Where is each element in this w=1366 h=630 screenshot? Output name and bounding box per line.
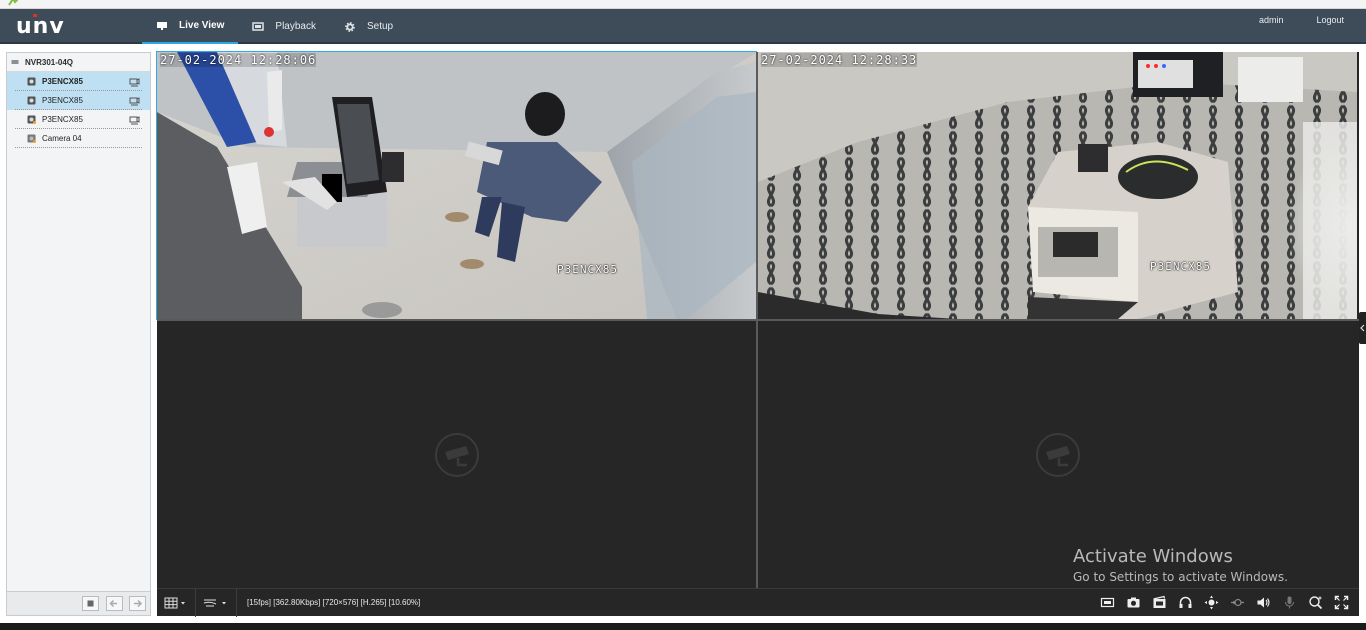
video-grid: 27-02-2024 12:28:06 P3ENCX85 27-02-2024 …	[156, 51, 1359, 588]
username-link[interactable]: admin	[1259, 15, 1284, 25]
extension-icon	[8, 0, 19, 6]
zoom-search-icon[interactable]	[1308, 595, 1323, 610]
stream-info: [15fps] [362.80Kbps] [720×576] [H.265] […	[247, 598, 421, 607]
device-tree-root[interactable]: NVR301-04Q	[7, 53, 150, 72]
fullscreen-icon[interactable]	[1334, 595, 1349, 610]
arrow-left-icon	[109, 599, 117, 608]
live-video-feed-2	[758, 52, 1357, 319]
camera-label: P3ENCX85	[42, 115, 83, 124]
browser-top-strip	[0, 0, 1366, 9]
unv-logo: unv	[16, 14, 65, 39]
grid-layout-icon	[164, 597, 185, 609]
camera-label: P3ENCX85	[42, 96, 83, 105]
record-status-icon[interactable]	[129, 114, 140, 125]
playback-icon	[252, 21, 265, 31]
arrow-right-icon	[134, 599, 143, 608]
prev-page-button[interactable]	[106, 596, 123, 611]
chevron-left-icon	[1360, 324, 1365, 332]
collapse-panel-handle[interactable]	[1359, 312, 1366, 344]
live-video-feed-1	[157, 52, 756, 319]
tab-setup[interactable]: Setup	[330, 9, 407, 44]
top-header: unv Live View Playback Setup admin Logou…	[0, 9, 1366, 44]
camera-label: Camera 04	[42, 134, 82, 143]
record-status-icon[interactable]	[129, 76, 140, 87]
pane-timestamp: 27-02-2024 12:28:33	[761, 53, 918, 67]
pane-timestamp: 27-02-2024 12:28:06	[160, 53, 317, 67]
digital-zoom-icon[interactable]	[1230, 595, 1245, 610]
tab-playback-label: Playback	[275, 21, 316, 32]
video-pane-1[interactable]: 27-02-2024 12:28:06 P3ENCX85	[156, 51, 757, 320]
camera-online-icon	[27, 115, 36, 124]
camera-item[interactable]: P3ENCX85	[7, 91, 150, 110]
video-pane-3[interactable]	[157, 321, 756, 588]
watermark-title: Activate Windows	[1073, 546, 1233, 567]
layout-select-button[interactable]	[157, 589, 196, 617]
camera-online-icon	[27, 77, 36, 86]
taskbar-edge	[0, 623, 1366, 630]
no-video-camera-icon	[434, 432, 479, 477]
stop-all-button[interactable]	[82, 596, 99, 611]
camera-item[interactable]: P3ENCX85	[7, 72, 150, 91]
camera-icon[interactable]	[1126, 595, 1141, 610]
video-pane-2[interactable]: 27-02-2024 12:28:33 P3ENCX85	[758, 52, 1357, 319]
camera-item[interactable]: Camera 04	[7, 129, 150, 148]
no-video-camera-icon	[1035, 432, 1080, 477]
camera-offline-icon	[27, 134, 36, 143]
nvr-device-icon	[11, 60, 19, 64]
camera-online-icon	[27, 96, 36, 105]
record-status-icon[interactable]	[129, 95, 140, 106]
toolbar-actions	[1100, 595, 1349, 610]
watermark-subtitle: Go to Settings to activate Windows.	[1073, 570, 1288, 584]
live-view-toolbar: [15fps] [362.80Kbps] [720×576] [H.265] […	[157, 588, 1359, 617]
stream-icon	[203, 599, 226, 607]
logout-link[interactable]: Logout	[1316, 15, 1344, 25]
device-sidebar: NVR301-04Q P3ENCX85 P3ENCX85 P3ENCX85 Ca…	[6, 52, 151, 616]
volume-icon[interactable]	[1256, 595, 1271, 610]
snapshot-frame-icon[interactable]	[1100, 595, 1115, 610]
stop-icon	[87, 600, 94, 607]
camera-label: P3ENCX85	[42, 77, 83, 86]
activate-windows-watermark: Activate Windows Go to Settings to activ…	[1073, 546, 1288, 584]
stream-select-button[interactable]	[196, 589, 237, 617]
pane-camera-label: P3ENCX85	[557, 263, 618, 276]
clip-icon[interactable]	[1152, 595, 1167, 610]
tab-playback[interactable]: Playback	[238, 9, 330, 44]
microphone-icon[interactable]	[1282, 595, 1297, 610]
device-name: NVR301-04Q	[25, 57, 74, 67]
tab-setup-label: Setup	[366, 21, 394, 32]
tab-live-view[interactable]: Live View	[142, 9, 239, 44]
tab-live-view-label: Live View	[179, 20, 225, 31]
next-page-button[interactable]	[129, 596, 146, 611]
main-nav: Live View Playback Setup	[142, 9, 407, 44]
sidebar-footer	[7, 591, 150, 615]
user-area: admin Logout	[1259, 15, 1344, 25]
camera-item[interactable]: P3ENCX85	[7, 110, 150, 129]
headset-icon[interactable]	[1178, 595, 1193, 610]
gear-icon	[345, 21, 355, 32]
monitor-icon	[157, 21, 167, 30]
pane-camera-label: P3ENCX85	[1150, 260, 1211, 273]
ptz-icon[interactable]	[1204, 595, 1219, 610]
